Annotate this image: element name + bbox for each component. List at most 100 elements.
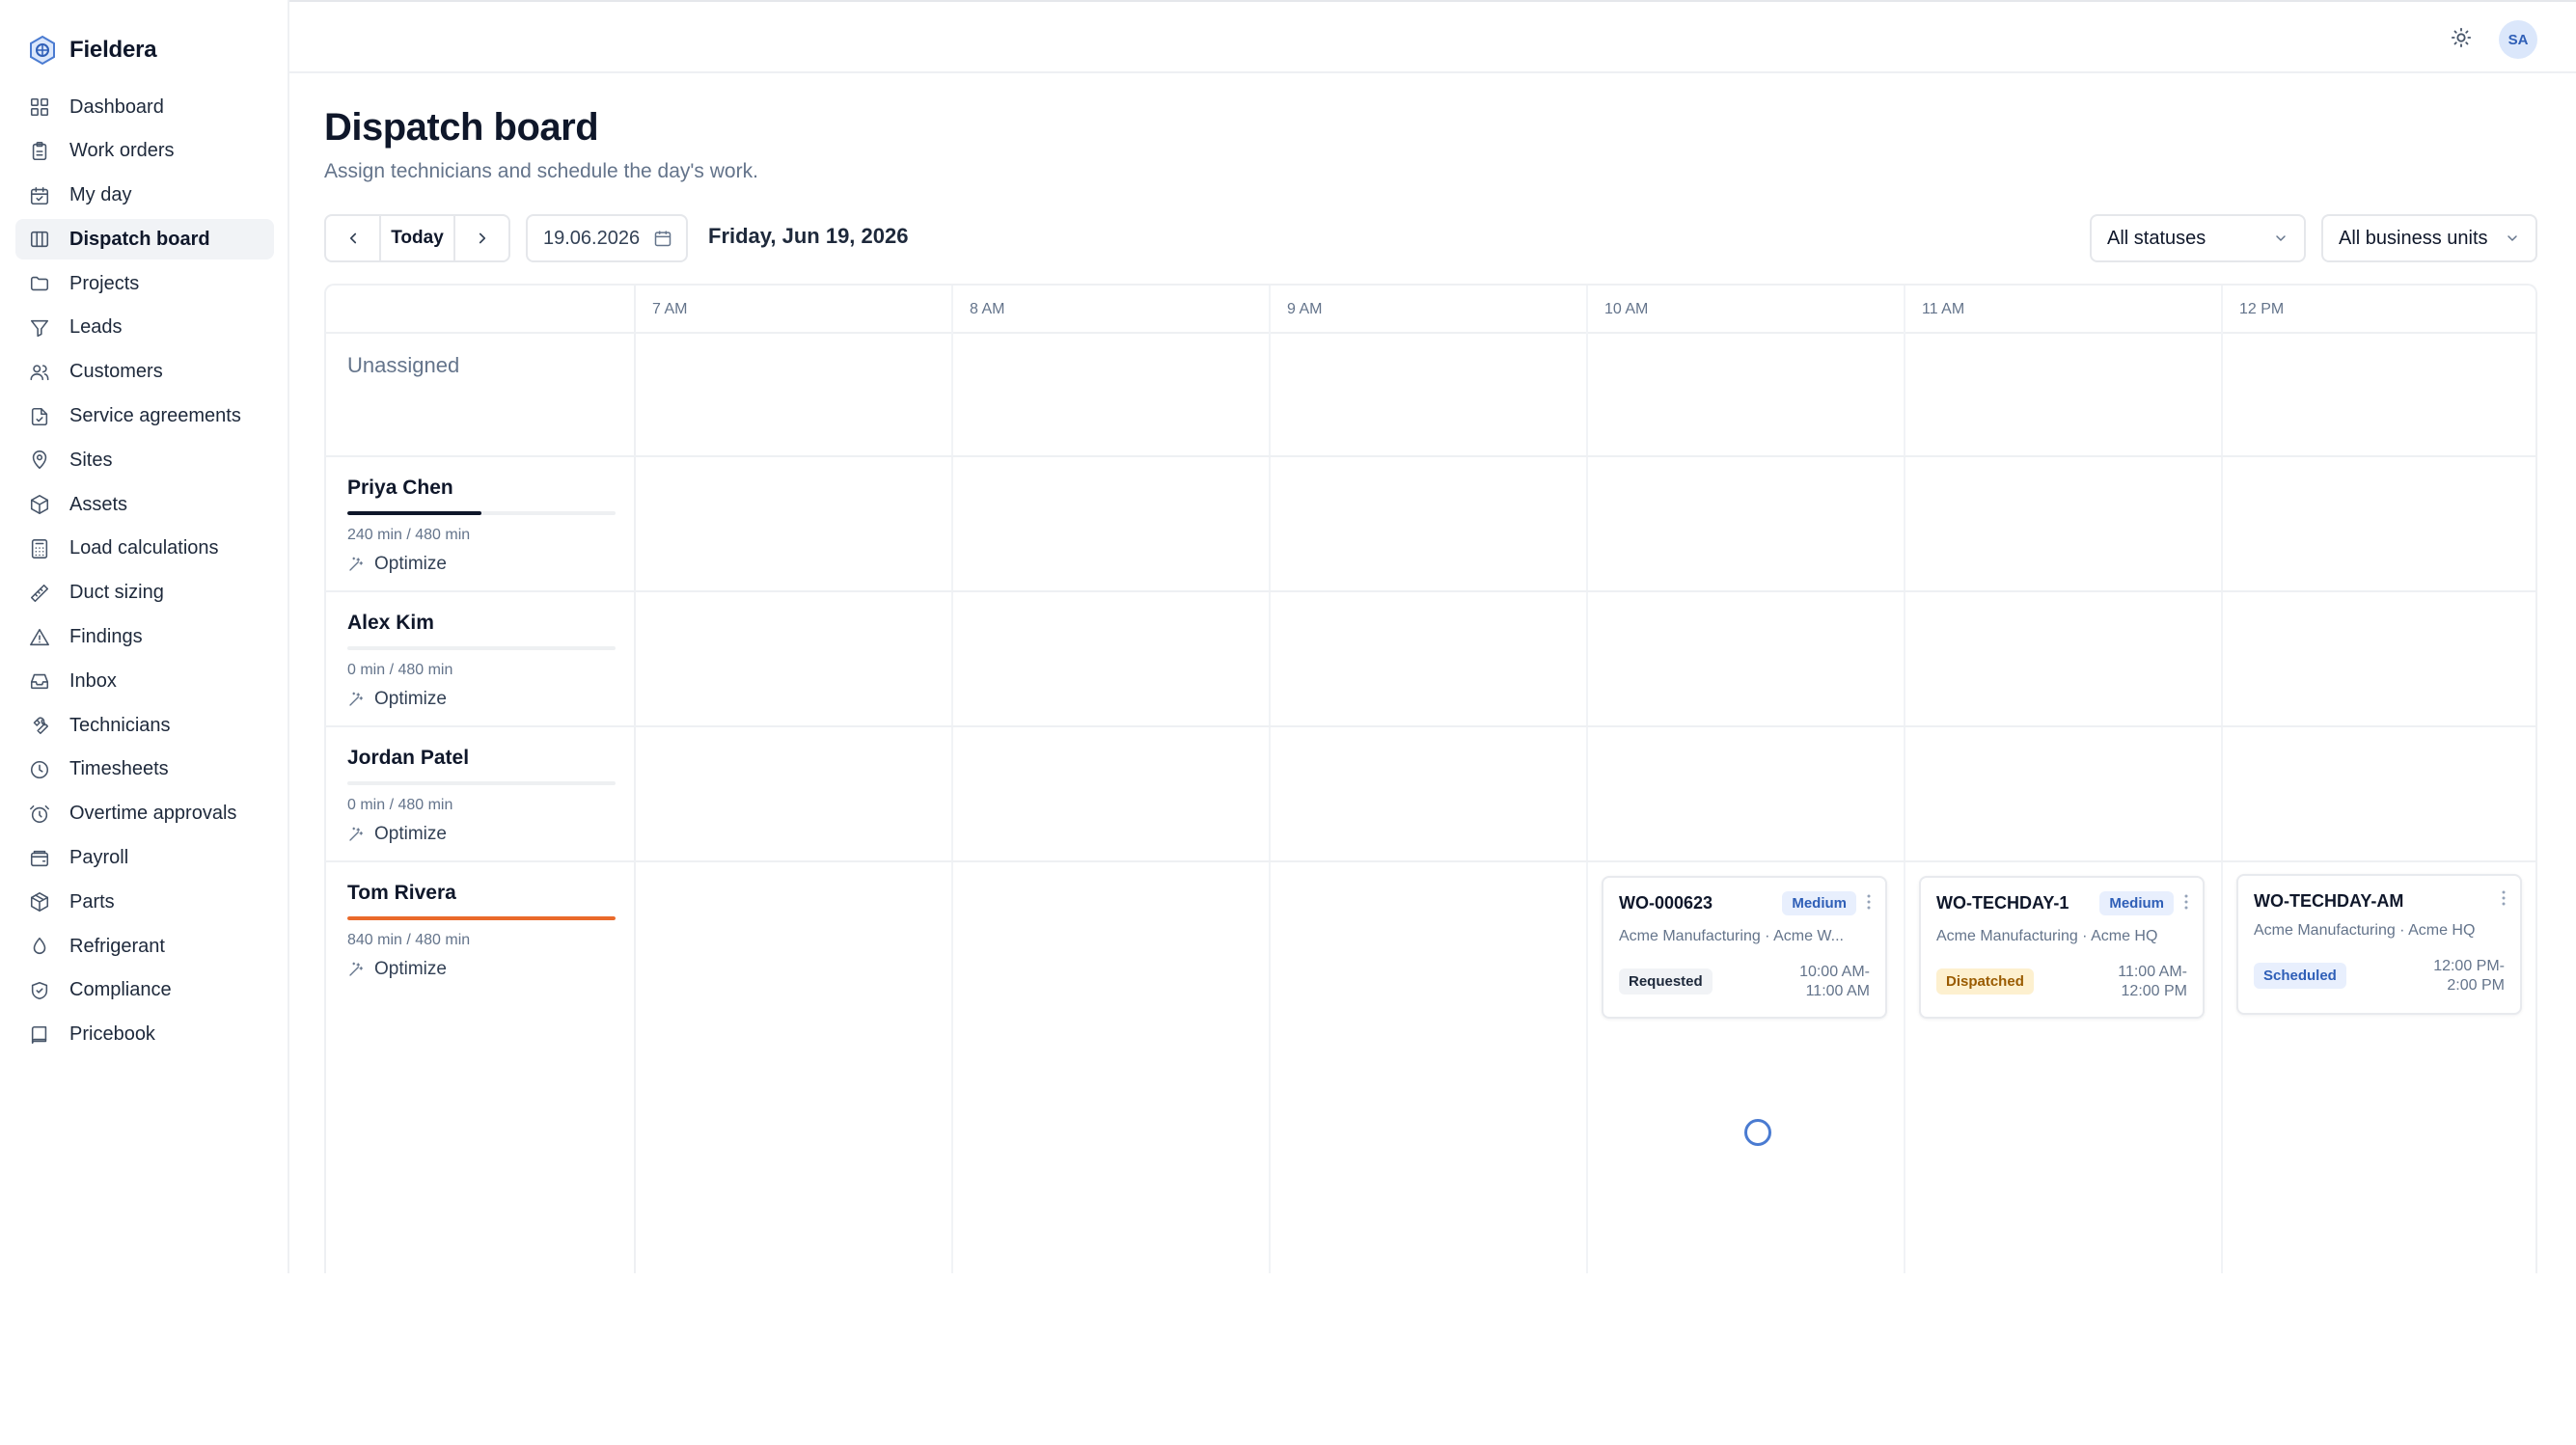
sidebar-item-projects[interactable]: Projects [15, 263, 274, 304]
sidebar-item-technicians[interactable]: Technicians [15, 705, 274, 746]
technician-name: Jordan Patel [347, 747, 470, 769]
sidebar-item-label: Work orders [69, 140, 175, 162]
magic-wand-icon [349, 692, 364, 706]
technician-row[interactable]: Jordan Patel 0 min / 480 min Optimize [326, 727, 2535, 862]
hour-label: 7 AM [652, 301, 688, 317]
status-filter-select[interactable]: All statuses [2090, 214, 2306, 262]
date-input[interactable]: 19.06.2026 [526, 214, 688, 262]
map-pin-icon [29, 450, 50, 471]
sidebar-item-label: Dashboard [69, 95, 164, 118]
box-icon [29, 494, 50, 515]
sidebar-item-label: Pricebook [69, 1023, 155, 1046]
next-day-button[interactable] [455, 216, 508, 260]
magic-wand-icon [349, 557, 364, 571]
sidebar-item-label: Overtime approvals [69, 803, 237, 825]
previous-day-button[interactable] [326, 216, 379, 260]
sidebar-item-refrigerant[interactable]: Refrigerant [15, 926, 274, 967]
chevron-left-icon [349, 232, 356, 244]
sidebar-item-leads[interactable]: Leads [15, 308, 274, 348]
sidebar-item-customers[interactable]: Customers [15, 352, 274, 393]
sidebar-item-label: Payroll [69, 847, 129, 869]
sidebar-item-label: Assets [69, 493, 128, 515]
more-options-icon[interactable] [2183, 893, 2189, 911]
funnel-icon [29, 317, 50, 339]
optimize-label: Optimize [374, 824, 447, 844]
loading-spinner [1744, 1119, 1771, 1146]
sidebar-item-work-orders[interactable]: Work orders [15, 131, 274, 172]
more-options-icon[interactable] [2501, 889, 2507, 907]
top-bar: SA [289, 0, 2576, 73]
time-end: 12:00 PM [2121, 983, 2187, 999]
sidebar-item-my-day[interactable]: My day [15, 176, 274, 216]
capacity-text: 840 min / 480 min [347, 932, 471, 948]
sidebar-item-label: Findings [69, 626, 143, 648]
technician-row[interactable]: Alex Kim 0 min / 480 min Optimize [326, 592, 2535, 727]
sidebar-item-label: Service agreements [69, 405, 241, 427]
dispatch-board: 7 AM 8 AM 9 AM 10 AM 11 AM 12 PM Unassig… [324, 284, 2537, 1273]
optimize-button[interactable]: Optimize [347, 824, 447, 845]
book-icon [29, 1024, 50, 1046]
user-avatar[interactable]: SA [2499, 20, 2537, 59]
technician-row[interactable]: Priya Chen 240 min / 480 min Optimize [326, 457, 2535, 592]
sidebar-item-sites[interactable]: Sites [15, 440, 274, 480]
time-range: 11:00 AM- 12:00 PM [2118, 963, 2187, 1001]
theme-toggle-button[interactable] [2447, 23, 2476, 52]
brand[interactable]: Fieldera [27, 31, 157, 69]
status-badge: Dispatched [1936, 968, 2034, 995]
optimize-button[interactable]: Optimize [347, 689, 447, 710]
sidebar-item-label: My day [69, 184, 132, 206]
app-name: Fieldera [69, 37, 157, 63]
status-filter-value: All statuses [2107, 227, 2206, 249]
sidebar-item-label: Dispatch board [69, 228, 210, 250]
clock-icon [29, 759, 50, 780]
work-order-card[interactable]: WO-TECHDAY-1 Medium Acme Manufacturing ·… [1919, 876, 2205, 1019]
magic-wand-icon [349, 962, 364, 976]
date-input-value: 19.06.2026 [543, 227, 641, 249]
sidebar-item-pricebook[interactable]: Pricebook [15, 1015, 274, 1055]
capacity-bar [347, 916, 616, 920]
business-unit-filter-value: All business units [2339, 227, 2488, 249]
optimize-button[interactable]: Optimize [347, 959, 447, 980]
today-button[interactable]: Today [379, 216, 455, 260]
sidebar-item-inbox[interactable]: Inbox [15, 661, 274, 701]
wallet-icon [29, 848, 50, 869]
work-order-card[interactable]: WO-TECHDAY-AM Acme Manufacturing · Acme … [2236, 874, 2522, 1015]
sidebar-item-duct-sizing[interactable]: Duct sizing [15, 573, 274, 613]
unassigned-row[interactable]: Unassigned [326, 334, 2535, 457]
priority-badge: Medium [2099, 891, 2174, 915]
sidebar-item-dashboard[interactable]: Dashboard [15, 87, 274, 127]
capacity-bar [347, 511, 616, 515]
sidebar-item-timesheets[interactable]: Timesheets [15, 750, 274, 790]
sidebar-item-assets[interactable]: Assets [15, 484, 274, 525]
sidebar-item-parts[interactable]: Parts [15, 882, 274, 922]
sidebar-item-compliance[interactable]: Compliance [15, 970, 274, 1011]
sidebar-item-load-calculations[interactable]: Load calculations [15, 529, 274, 569]
sidebar-item-findings[interactable]: Findings [15, 617, 274, 658]
work-order-card[interactable]: WO-000623 Medium Acme Manufacturing · Ac… [1602, 876, 1887, 1019]
hour-label: 9 AM [1287, 301, 1323, 317]
sidebar-item-label: Inbox [69, 669, 117, 692]
inbox-icon [29, 670, 50, 692]
sidebar-item-service-agreements[interactable]: Service agreements [15, 396, 274, 437]
calendar-check-icon [29, 185, 50, 206]
sidebar-item-label: Projects [69, 272, 140, 294]
optimize-button[interactable]: Optimize [347, 554, 447, 575]
sidebar-item-label: Duct sizing [69, 582, 164, 604]
document-check-icon [29, 406, 50, 427]
fieldera-logo-icon [30, 35, 55, 66]
sidebar-item-dispatch-board[interactable]: Dispatch board [15, 219, 274, 260]
chevron-down-icon [2507, 235, 2517, 242]
time-end: 11:00 AM [1805, 983, 1870, 999]
sidebar-item-payroll[interactable]: Payroll [15, 838, 274, 879]
wrench-icon [29, 715, 50, 736]
capacity-text: 240 min / 480 min [347, 527, 471, 543]
hour-label: 12 PM [2239, 301, 2285, 317]
page-subtitle: Assign technicians and schedule the day'… [324, 160, 758, 182]
business-unit-filter-select[interactable]: All business units [2321, 214, 2537, 262]
chevron-down-icon [2276, 235, 2286, 242]
warning-icon [29, 627, 50, 648]
more-options-icon[interactable] [1866, 893, 1872, 911]
optimize-label: Optimize [374, 554, 447, 574]
sidebar-item-overtime-approvals[interactable]: Overtime approvals [15, 794, 274, 834]
time-start: 12:00 PM- [2433, 958, 2505, 974]
